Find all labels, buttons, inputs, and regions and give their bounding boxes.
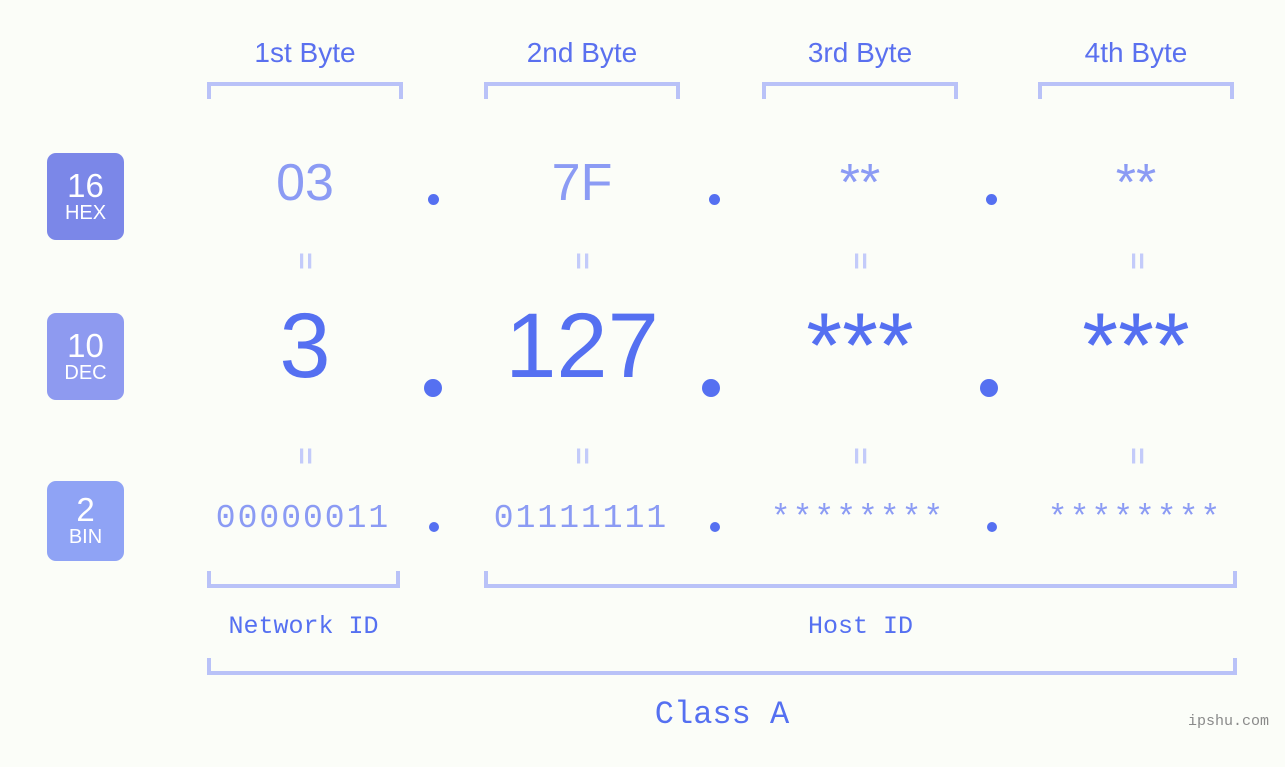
bin-dot-1: [429, 522, 439, 532]
equals-mark-hex-dec-2: =: [566, 252, 599, 270]
dec-byte-3: ***: [806, 295, 914, 397]
base-badge-bin-number: 2: [76, 491, 95, 528]
bin-byte-1: 00000011: [215, 500, 391, 537]
ip-address-breakdown-diagram: 1st Byte 2nd Byte 3rd Byte 4th Byte 16 H…: [0, 0, 1285, 767]
dec-dot-1: [424, 379, 442, 397]
hex-byte-3: **: [839, 154, 881, 212]
bin-dot-2: [710, 522, 720, 532]
equals-mark-hex-dec-1: =: [289, 252, 322, 270]
dec-dot-2: [702, 379, 720, 397]
base-badge-bin: 2 BIN: [47, 481, 124, 561]
dec-byte-1: 3: [279, 295, 331, 397]
base-badge-dec: 10 DEC: [47, 313, 124, 400]
hex-byte-2: 7F: [551, 154, 613, 212]
dec-byte-4: ***: [1082, 295, 1190, 397]
dec-byte-2: 127: [505, 295, 659, 397]
class-bracket: [207, 658, 1237, 675]
network-id-label: Network ID: [228, 612, 379, 641]
base-badge-dec-name: DEC: [64, 361, 107, 384]
bin-byte-2: 01111111: [493, 500, 669, 537]
equals-mark-dec-bin-1: =: [289, 447, 322, 465]
hex-dot-2: [709, 194, 720, 205]
equals-mark-hex-dec-4: =: [1121, 252, 1154, 270]
base-badge-bin-name: BIN: [68, 526, 103, 548]
hex-byte-1: 03: [276, 154, 334, 212]
base-badge-hex-name: HEX: [64, 201, 107, 224]
equals-mark-dec-bin-4: =: [1121, 447, 1154, 465]
bin-byte-3: ********: [770, 500, 946, 537]
class-label: Class A: [654, 696, 790, 733]
dec-dot-3: [980, 379, 998, 397]
bin-byte-4: ********: [1047, 500, 1223, 537]
byte-bracket-1: [207, 82, 403, 99]
equals-mark-dec-bin-3: =: [844, 447, 877, 465]
byte-header-4: 4th Byte: [1084, 37, 1188, 68]
byte-header-3: 3rd Byte: [807, 37, 913, 68]
bin-dot-3: [987, 522, 997, 532]
hex-dot-3: [986, 194, 997, 205]
byte-header-1: 1st Byte: [254, 37, 356, 68]
base-badge-hex: 16 HEX: [47, 153, 124, 240]
host-id-label: Host ID: [807, 612, 914, 641]
byte-bracket-3: [762, 82, 958, 99]
network-id-bracket: [207, 571, 400, 588]
host-id-bracket: [484, 571, 1237, 588]
base-badge-dec-number: 10: [67, 326, 104, 364]
hex-byte-4: **: [1115, 154, 1157, 212]
hex-dot-1: [428, 194, 439, 205]
equals-mark-hex-dec-3: =: [844, 252, 877, 270]
byte-bracket-2: [484, 82, 680, 99]
byte-header-2: 2nd Byte: [526, 37, 638, 68]
byte-bracket-4: [1038, 82, 1234, 99]
base-badge-hex-number: 16: [67, 166, 104, 204]
equals-mark-dec-bin-2: =: [566, 447, 599, 465]
watermark: ipshu.com: [1187, 713, 1269, 730]
